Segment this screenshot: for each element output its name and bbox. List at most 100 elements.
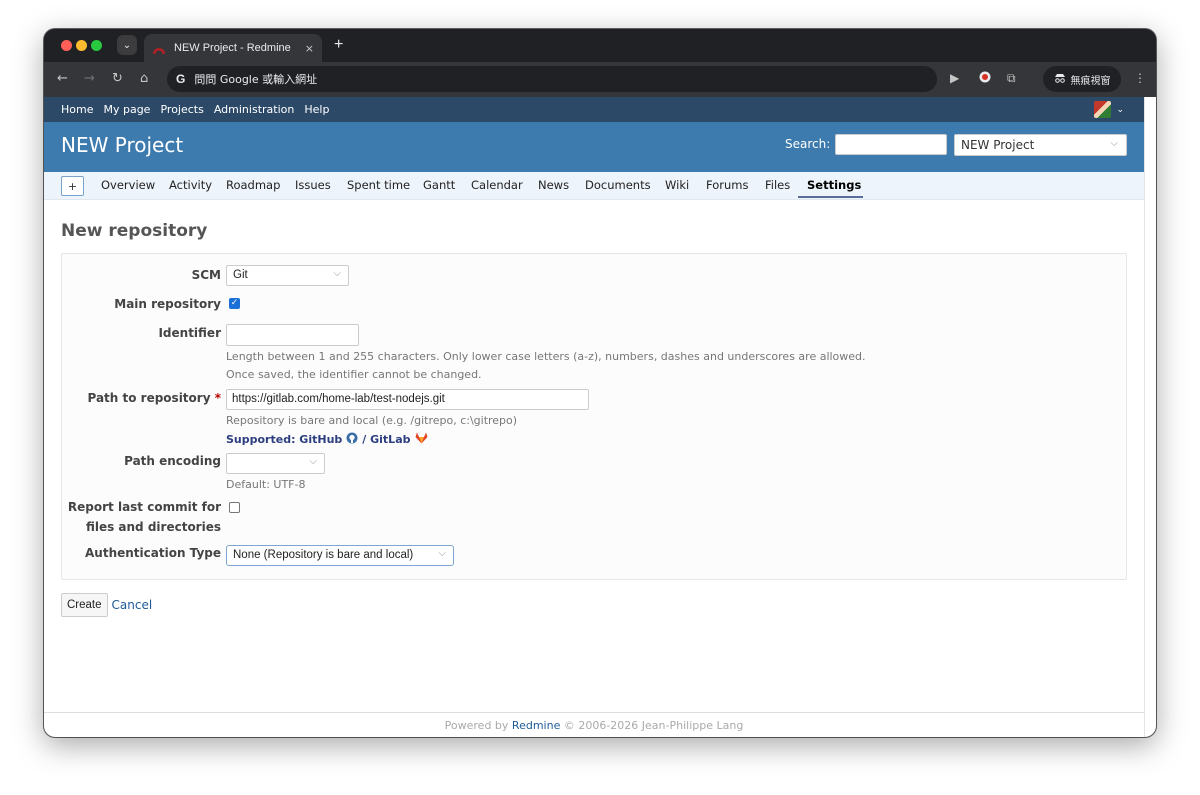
path-label: Path to repository * <box>87 391 221 405</box>
tab-files[interactable]: Files <box>765 178 790 192</box>
top-menu-help[interactable]: Help <box>304 103 329 116</box>
identifier-info: Length between 1 and 255 characters. Onl… <box>226 350 866 363</box>
supported-hosts: Supported: GitHub / GitLab <box>226 432 428 447</box>
repository-form: SCM Git ⌵ Main repository ✓ Identifier L… <box>61 253 1127 580</box>
top-menu-projects[interactable]: Projects <box>160 103 203 116</box>
scm-label: SCM <box>191 268 221 282</box>
auth-type-label: Authentication Type <box>85 546 221 560</box>
github-icon <box>346 432 358 447</box>
report-last-commit-label: Report last commit for <box>67 500 221 514</box>
cancel-link[interactable]: Cancel <box>112 598 153 612</box>
tab-overview[interactable]: Overview <box>101 178 155 192</box>
incognito-label: 無痕視窗 <box>1070 75 1111 87</box>
footer-copyright: © 2006-2026 Jean-Philippe Lang <box>563 719 744 732</box>
tab-documents[interactable]: Documents <box>585 178 651 192</box>
tab-title: NEW Project - Redmine <box>174 42 291 54</box>
top-menu-administration[interactable]: Administration <box>214 103 295 116</box>
chevron-down-icon: ⌵ <box>438 548 446 559</box>
tab-activity[interactable]: Activity <box>169 178 212 192</box>
report-last-commit-checkbox[interactable] <box>229 502 240 513</box>
project-jump-select[interactable]: NEW Project ⌵ <box>954 134 1127 156</box>
tab-calendar[interactable]: Calendar <box>471 178 523 192</box>
page-title: New repository <box>61 221 208 241</box>
path-encoding-select[interactable]: ⌵ <box>226 453 325 474</box>
google-icon: G <box>176 72 186 86</box>
path-label-text: Path to repository <box>87 391 211 405</box>
main-menu: + Overview Activity Roadmap Issues Spent… <box>44 172 1144 200</box>
auth-type-select[interactable]: None (Repository is bare and local) ⌵ <box>226 545 454 566</box>
scrollbar[interactable] <box>1144 97 1156 737</box>
selected-tab-indicator <box>798 196 863 198</box>
media-icon[interactable]: ▶ <box>950 71 959 85</box>
new-object-button[interactable]: + <box>61 176 84 196</box>
tab-gantt[interactable]: Gantt <box>423 178 455 192</box>
path-encoding-label: Path encoding <box>124 454 221 468</box>
checkmark-icon: ✓ <box>230 298 239 308</box>
page-viewport: Home My page Projects Administration Hel… <box>44 97 1144 737</box>
incognito-icon <box>1054 73 1066 86</box>
footer-prefix: Powered by <box>444 719 509 732</box>
tab-spent-time[interactable]: Spent time <box>347 178 410 192</box>
top-menu: Home My page Projects Administration Hel… <box>44 97 1144 122</box>
minimize-window-button[interactable] <box>76 40 87 51</box>
tab-close-icon[interactable]: × <box>305 42 314 55</box>
report-last-commit-label-line2: files and directories <box>85 520 221 534</box>
tab-news[interactable]: News <box>538 178 569 192</box>
main-repository-checkbox[interactable]: ✓ <box>229 298 240 309</box>
user-avatar-menu[interactable]: ⌄ <box>1094 101 1124 118</box>
search-input[interactable] <box>835 134 947 155</box>
tab-roadmap[interactable]: Roadmap <box>226 178 280 192</box>
auth-type-value: None (Repository is bare and local) <box>233 549 414 561</box>
tab-forums[interactable]: Forums <box>706 178 748 192</box>
forward-arrow-icon[interactable]: → <box>84 71 95 86</box>
redmine-link[interactable]: Redmine <box>512 719 560 732</box>
supported-github-text: Supported: GitHub <box>226 433 343 446</box>
tab-settings[interactable]: Settings <box>807 178 861 192</box>
form-actions: Create Cancel <box>61 593 1127 617</box>
search-label: Search: <box>785 137 831 151</box>
path-encoding-info: Default: UTF-8 <box>226 478 306 491</box>
top-menu-home[interactable]: Home <box>61 103 93 116</box>
project-title: NEW Project <box>61 133 184 157</box>
path-input[interactable]: https://gitlab.com/home-lab/test-nodejs.… <box>226 389 589 410</box>
extensions-icon[interactable]: ⧉ <box>1007 71 1016 86</box>
scm-value: Git <box>233 269 248 281</box>
browser-window: ⌄ NEW Project - Redmine × + ← → ↻ ⌂ G 問問… <box>44 29 1156 737</box>
chevron-down-icon: ⌄ <box>122 39 132 51</box>
chevron-down-icon: ⌄ <box>1116 104 1124 115</box>
back-arrow-icon[interactable]: ← <box>57 71 68 86</box>
tab-issues[interactable]: Issues <box>295 178 331 192</box>
identifier-input[interactable] <box>226 324 359 346</box>
new-tab-button[interactable]: + <box>334 36 343 54</box>
avatar <box>1094 101 1112 118</box>
main-repository-label: Main repository <box>114 297 221 311</box>
tab-search-button[interactable]: ⌄ <box>117 35 137 55</box>
record-icon[interactable] <box>979 71 991 86</box>
required-marker: * <box>214 391 221 405</box>
incognito-badge[interactable]: 無痕視窗 <box>1043 66 1121 92</box>
address-bar-text: 問問 Google 或輸入網址 <box>194 73 318 86</box>
tab-strip: ⌄ NEW Project - Redmine × + <box>44 29 1156 62</box>
close-window-button[interactable] <box>61 40 72 51</box>
footer: Powered by Redmine © 2006-2026 Jean-Phil… <box>44 712 1144 737</box>
chevron-down-icon: ⌵ <box>1110 138 1118 149</box>
maximize-window-button[interactable] <box>91 40 102 51</box>
identifier-info-once-saved: Once saved, the identifier cannot be cha… <box>226 368 482 381</box>
scm-select[interactable]: Git ⌵ <box>226 265 349 286</box>
more-menu-icon[interactable]: ⋮ <box>1134 71 1146 85</box>
browser-tab[interactable]: NEW Project - Redmine × <box>144 34 322 62</box>
create-button[interactable]: Create <box>61 593 108 617</box>
top-menu-my-page[interactable]: My page <box>103 103 150 116</box>
chevron-down-icon: ⌵ <box>333 268 341 279</box>
redmine-favicon-icon <box>152 41 166 55</box>
address-bar[interactable]: G 問問 Google 或輸入網址 <box>167 66 937 92</box>
reload-icon[interactable]: ↻ <box>112 71 123 86</box>
content: New repository SCM Git ⌵ Main repository… <box>44 200 1144 617</box>
project-header: NEW Project Search: NEW Project ⌵ <box>44 122 1144 172</box>
tab-wiki[interactable]: Wiki <box>665 178 689 192</box>
browser-toolbar: ← → ↻ ⌂ G 問問 Google 或輸入網址 ▶ ⧉ 無痕視窗 ⋮ <box>44 62 1156 97</box>
identifier-label: Identifier <box>158 326 221 340</box>
home-icon[interactable]: ⌂ <box>140 71 148 86</box>
gitlab-icon <box>415 432 428 447</box>
path-info: Repository is bare and local (e.g. /gitr… <box>226 414 518 427</box>
